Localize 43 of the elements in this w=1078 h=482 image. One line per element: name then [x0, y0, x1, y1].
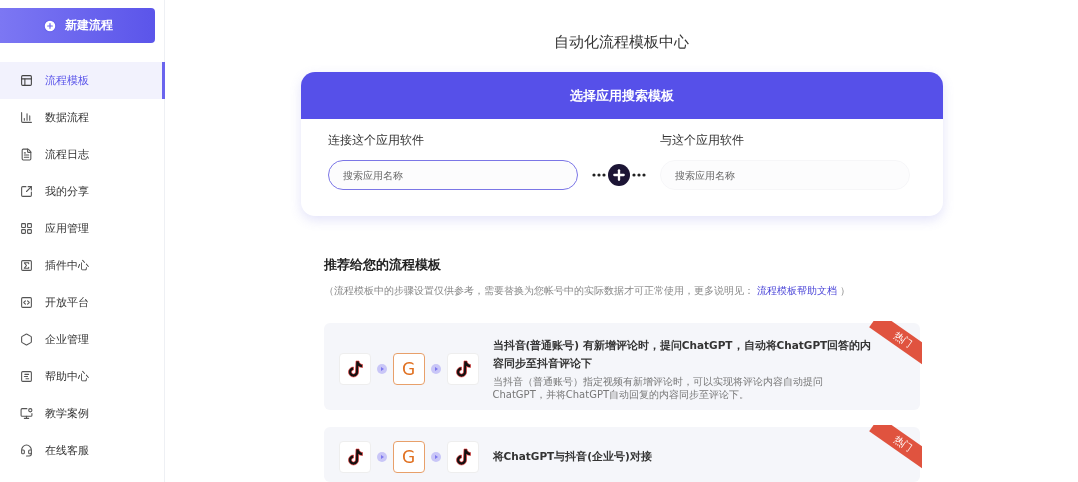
- dots-icon: [591, 173, 606, 177]
- section-title: 推荐给您的流程模板: [323, 256, 442, 275]
- new-flow-button[interactable]: 新建流程: [0, 8, 155, 43]
- headset-icon: [20, 444, 33, 457]
- template-description: 当抖音（普通账号）指定视频有新增评论时，可以实现将评论内容自动提问ChatGPT，并将ChatGPT自动回复的内容同步至评论下。: [492, 375, 824, 401]
- hexagon-icon: [20, 333, 33, 346]
- plus-icon: [607, 164, 630, 186]
- sidebar-item[interactable]: 企业管理: [0, 321, 165, 358]
- music-note-icon: [454, 448, 471, 466]
- share-icon: [20, 185, 33, 198]
- page-title: 自动化流程模板中心: [554, 33, 689, 52]
- app-logo: G: [392, 353, 425, 386]
- dots-icon: [631, 173, 646, 177]
- sidebar-item[interactable]: 帮助中心: [0, 358, 165, 395]
- sidebar-item[interactable]: 应用管理: [0, 210, 165, 247]
- sidebar-item[interactable]: 我的分享: [0, 173, 165, 210]
- template-title: 将ChatGPT与抖音(企业号)对接: [492, 449, 652, 465]
- sidebar-item[interactable]: 流程模板: [0, 62, 165, 99]
- sidebar-item[interactable]: 数据流程: [0, 99, 165, 136]
- help-doc-link[interactable]: 流程模板帮助文档: [756, 285, 837, 297]
- music-note-icon: [346, 360, 363, 379]
- sidebar-item[interactable]: 开放平台: [0, 284, 165, 321]
- document-icon: [20, 148, 33, 161]
- sidebar-item[interactable]: 插件中心: [0, 247, 165, 284]
- code-icon: [20, 296, 33, 309]
- template-card[interactable]: G 将ChatGPT与抖音(企业号)对接 热门: [323, 427, 920, 482]
- card-header: 选择应用搜索模板: [300, 72, 943, 119]
- plus-icon: [42, 18, 57, 33]
- bar-chart-icon: [20, 111, 33, 124]
- music-note-icon: [346, 448, 363, 466]
- section-note: （流程模板中的步骤设置仅供参考，需要替换为您帐号中的实际数据才可正常使用，更多说明见： 流程模板帮助文档 ）: [323, 284, 851, 299]
- search-field[interactable]: 搜索应用名称: [327, 160, 578, 190]
- app-logo: G: [392, 441, 425, 473]
- template-card[interactable]: G 当抖音(普通账号) 有新增评论时，提问ChatGPT，自动将ChatGPT回答的内容同步至抖音评论下 当抖音（普通账号）指定视频有新增评论时，可以实现将评论内容自动提问ChatGPT，并将ChatGPT自动回复的内容同步至评论下。 热门: [323, 323, 920, 410]
- layout-icon: [20, 74, 33, 87]
- monitor-icon: [20, 407, 33, 420]
- sidebar-item[interactable]: 教学案例: [0, 395, 165, 432]
- music-note-icon: [454, 360, 471, 379]
- sidebar-item[interactable]: 流程日志: [0, 136, 165, 173]
- field-label: 与这个应用软件: [659, 132, 745, 149]
- grid-icon: [20, 222, 33, 235]
- sidebar-item[interactable]: 在线客服: [0, 432, 165, 469]
- field-label: 连接这个应用软件: [327, 132, 425, 149]
